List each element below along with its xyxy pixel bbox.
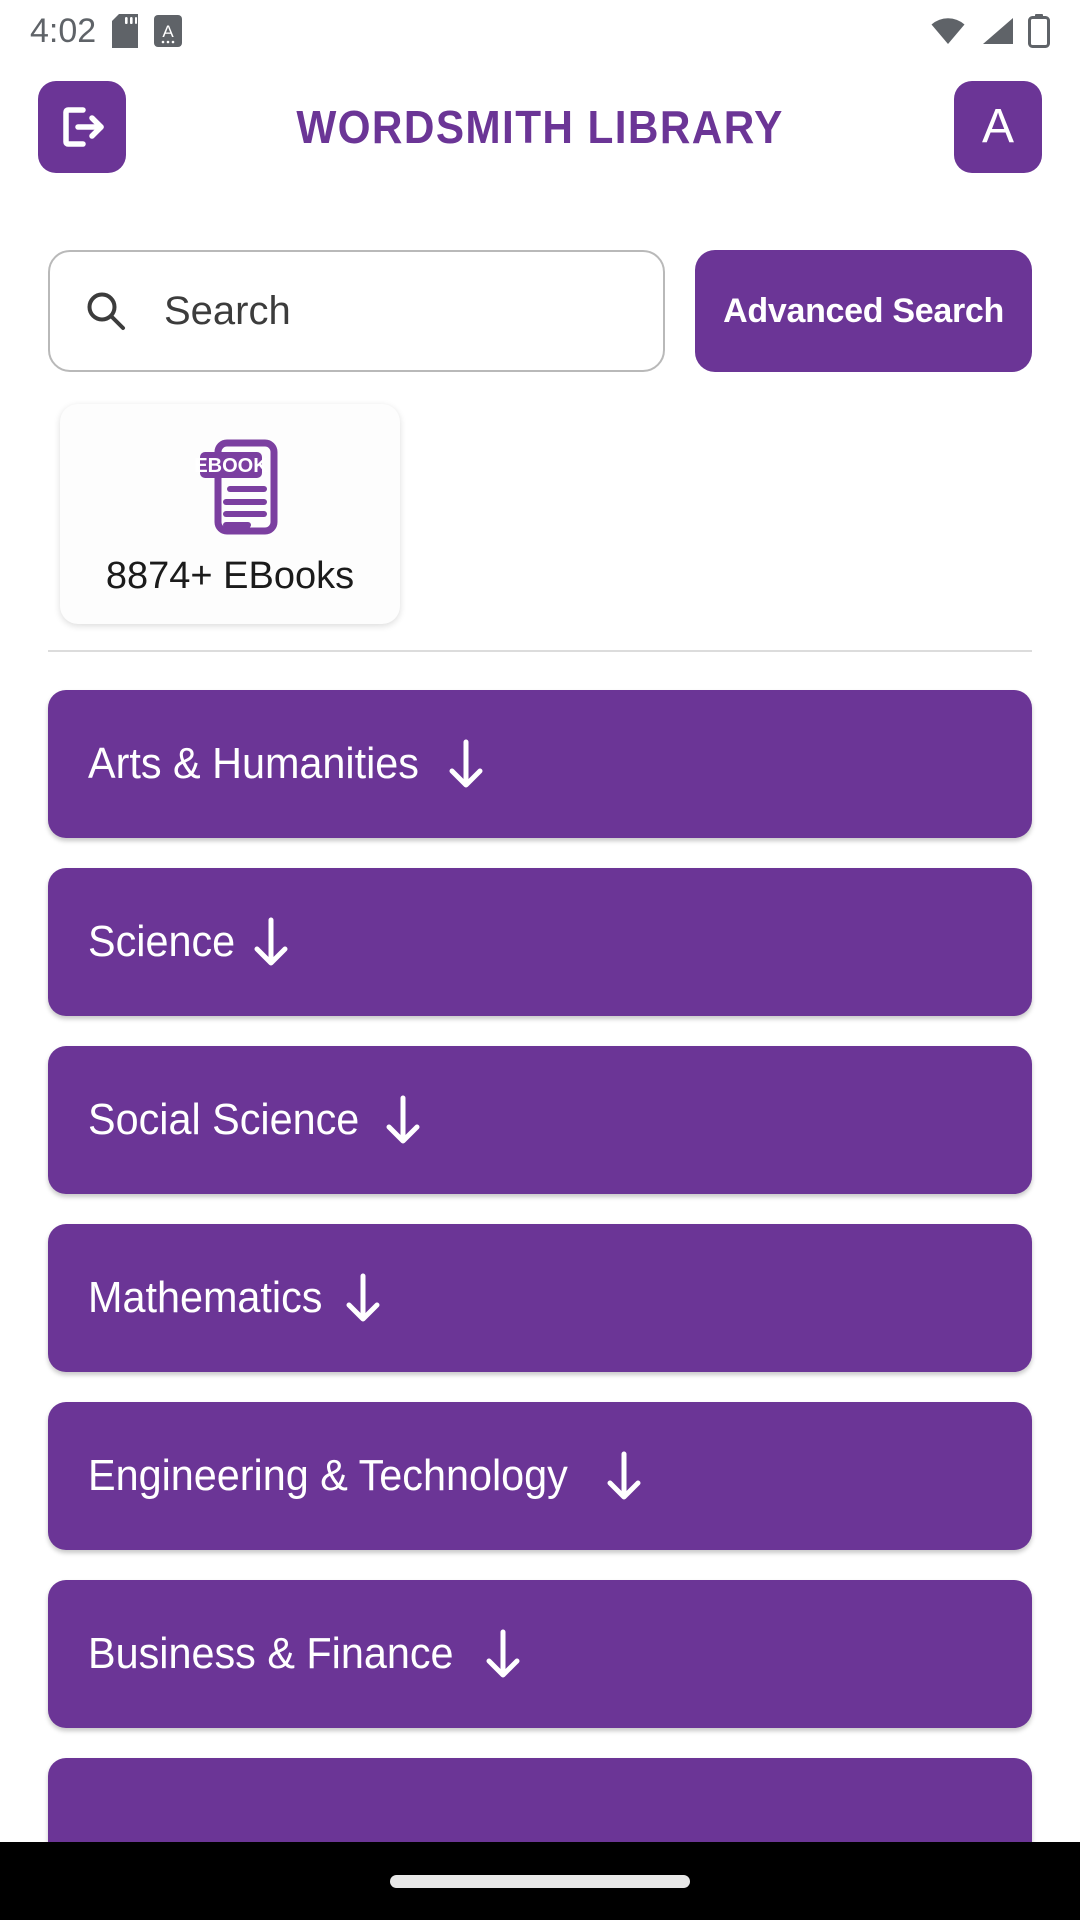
status-bar: 4:02 A: [0, 0, 1080, 62]
advanced-search-button[interactable]: Advanced Search: [695, 250, 1032, 372]
arrow-down-icon: [477, 1624, 529, 1684]
page-title: WORDSMITH LIBRARY: [296, 101, 784, 153]
avatar-letter: A: [981, 100, 1014, 153]
category-item-science[interactable]: Science: [48, 868, 1032, 1016]
system-navigation-bar: [0, 1842, 1080, 1920]
arrow-down-icon: [337, 1268, 389, 1328]
stats-row: EBOOK 8874+ EBooks: [0, 404, 1080, 624]
ebooks-count-label: 8874+ EBooks: [105, 554, 355, 597]
search-input[interactable]: Search: [48, 250, 666, 372]
category-label: Mathematics: [88, 1273, 323, 1322]
avatar[interactable]: A: [954, 81, 1042, 173]
category-item-arts-humanities[interactable]: Arts & Humanities: [48, 690, 1032, 838]
category-list: Arts & Humanities Science Social Science: [0, 652, 1080, 1920]
status-bar-left: 4:02 A: [30, 11, 183, 51]
arrow-down-icon: [377, 1090, 429, 1150]
search-placeholder: Search: [164, 288, 291, 333]
status-time: 4:02: [30, 11, 97, 50]
ebooks-stat-card[interactable]: EBOOK 8874+ EBooks: [60, 404, 400, 624]
arrow-down-icon: [440, 734, 492, 794]
arrow-down-icon: [598, 1446, 650, 1506]
svg-text:EBOOK: EBOOK: [194, 455, 268, 477]
status-bar-right: [930, 14, 1050, 48]
sd-card-icon: [112, 14, 139, 48]
category-item-mathematics[interactable]: Mathematics: [48, 1224, 1032, 1372]
ebook-document-icon: EBOOK: [174, 431, 286, 543]
logout-button[interactable]: [38, 81, 126, 173]
category-item-social-science[interactable]: Social Science: [48, 1046, 1032, 1194]
category-item-business-finance[interactable]: Business & Finance: [48, 1580, 1032, 1728]
search-row: Search Advanced Search: [0, 250, 1080, 372]
app-header: WORDSMITH LIBRARY A: [0, 62, 1080, 192]
category-label: Social Science: [88, 1095, 360, 1144]
battery-icon: [1028, 14, 1050, 48]
svg-text:A: A: [163, 22, 175, 41]
logout-icon: [56, 101, 108, 153]
search-icon: [84, 289, 128, 333]
cellular-signal-icon: [980, 17, 1014, 45]
app-screen: 4:02 A WORDSMITH LIBRARY A Search Advanc…: [0, 0, 1080, 1920]
category-label: Engineering & Technology: [88, 1451, 568, 1500]
home-indicator-pill[interactable]: [390, 1874, 690, 1888]
wifi-icon: [930, 17, 966, 45]
font-size-a-icon: A: [154, 15, 183, 47]
category-label: Science: [88, 917, 236, 966]
category-label: Business & Finance: [88, 1629, 454, 1678]
category-label: Arts & Humanities: [88, 739, 419, 788]
category-item-engineering-technology[interactable]: Engineering & Technology: [48, 1402, 1032, 1550]
arrow-down-icon: [245, 912, 297, 972]
